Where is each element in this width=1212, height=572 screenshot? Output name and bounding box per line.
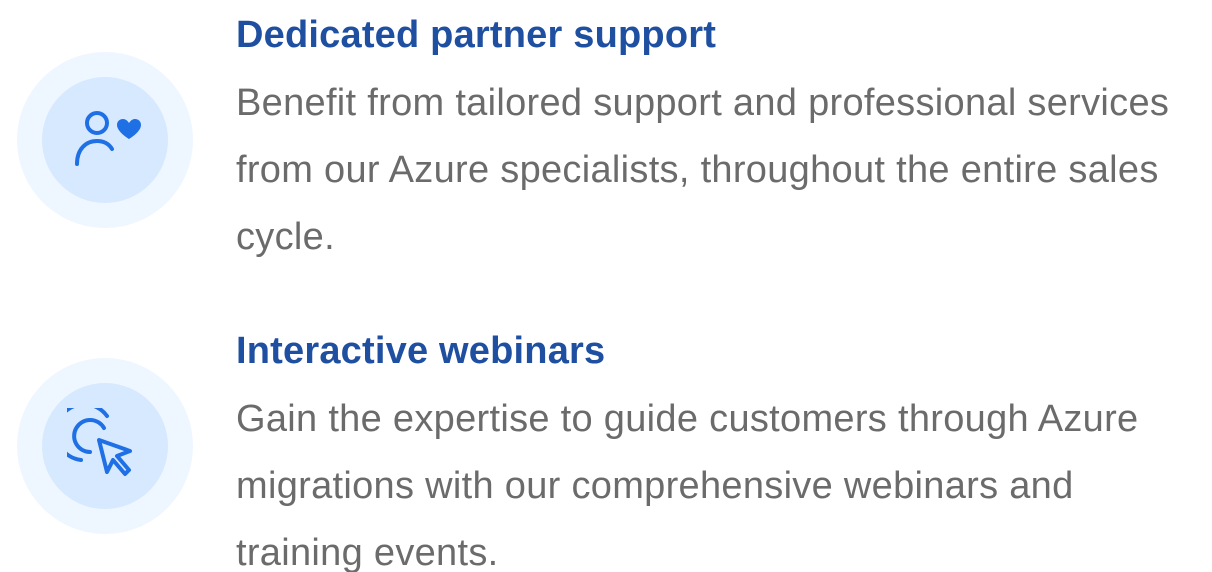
icon-badge: [17, 52, 193, 228]
cursor-click-icon: [67, 408, 132, 476]
feature-description: Benefit from tailored support and profes…: [236, 82, 1170, 258]
feature-title: Interactive webinars: [236, 330, 606, 372]
feature-description: Gain the expertise to guide customers th…: [236, 398, 1139, 572]
icon-badge: [17, 358, 193, 534]
feature-title: Dedicated partner support: [236, 14, 717, 56]
user-heart-icon: [75, 111, 141, 166]
